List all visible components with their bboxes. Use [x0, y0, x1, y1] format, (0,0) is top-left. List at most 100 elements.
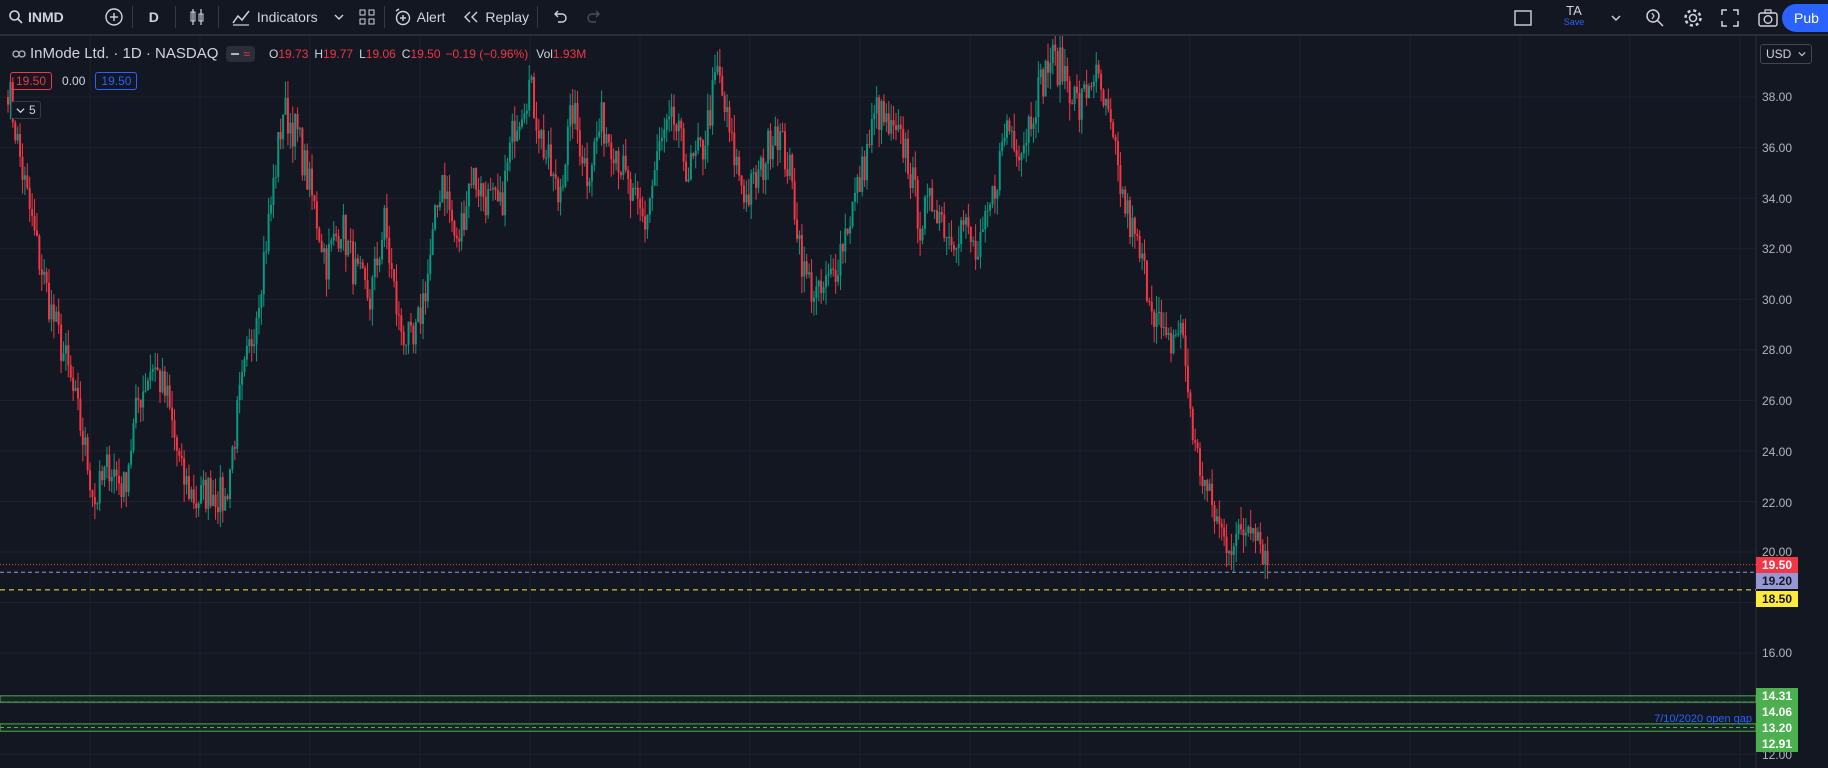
chevron-down-icon[interactable]: [334, 12, 344, 22]
candle-body: [489, 189, 492, 191]
candle-body: [298, 128, 301, 130]
candle-body: [463, 213, 466, 230]
candle-body: [1104, 99, 1107, 106]
layout-square-icon[interactable]: [1513, 8, 1533, 28]
candle-body: [656, 151, 659, 171]
publish-button[interactable]: Pub: [1782, 4, 1828, 32]
gear-icon[interactable]: [1682, 7, 1704, 29]
candle-body: [605, 134, 608, 144]
candle-body: [776, 126, 779, 151]
candle-body: [938, 211, 941, 224]
quick-search-icon[interactable]: [1644, 7, 1666, 29]
candle-body: [991, 185, 994, 205]
candle-body: [23, 175, 26, 180]
candle-body: [443, 174, 446, 199]
candle-body: [296, 114, 299, 130]
toolbar-divider: [537, 6, 538, 28]
buy-price-button[interactable]: 19.50: [95, 72, 138, 90]
candle-body: [76, 387, 79, 399]
layout-name: TA: [1566, 3, 1582, 18]
candle-body: [187, 476, 190, 499]
candle-body: [554, 174, 557, 179]
undo-icon[interactable]: [552, 10, 568, 24]
candle-body: [1165, 327, 1168, 335]
candle-body: [846, 228, 849, 234]
indicators-label: Indicators: [256, 9, 318, 25]
candle-body: [530, 76, 533, 81]
candle-body: [180, 455, 183, 459]
candle-body: [892, 120, 895, 126]
candle-body: [523, 113, 526, 120]
candle-body: [566, 126, 569, 165]
indicators-button[interactable]: Indicators: [227, 0, 322, 35]
candle-body: [479, 183, 482, 197]
candle-body: [902, 128, 905, 158]
replay-button[interactable]: Replay: [463, 0, 529, 35]
alert-label: Alert: [416, 9, 446, 25]
candle-body: [740, 175, 743, 186]
templates-grid-icon[interactable]: [358, 8, 376, 26]
indicators-toggle[interactable]: 5: [11, 101, 41, 119]
candle-body: [323, 248, 326, 253]
candle-body: [19, 134, 22, 157]
volume-key: Vol: [536, 46, 553, 61]
currency-selector[interactable]: USD: [1760, 44, 1812, 64]
redo-icon[interactable]: [586, 10, 602, 24]
candle-body: [354, 258, 357, 285]
candle-body: [1018, 156, 1021, 161]
indicators-count: 5: [29, 103, 36, 117]
axis-label: 36.00: [1761, 141, 1792, 155]
candle-body: [50, 304, 53, 320]
compare-add-icon[interactable]: [104, 7, 124, 27]
candle-body: [1090, 86, 1093, 88]
candle-body: [306, 150, 309, 190]
candle-body: [1184, 335, 1187, 366]
symbol-search[interactable]: INMD: [8, 0, 64, 35]
candle-body: [1030, 116, 1033, 130]
candle-body: [446, 191, 449, 199]
gap-annotation[interactable]: 7/10/2020 open gap: [1654, 713, 1752, 725]
candle-body: [325, 248, 328, 280]
toolbar-divider: [174, 6, 176, 28]
candle-body: [376, 258, 379, 266]
candle-body: [1109, 109, 1112, 123]
candle-body: [1264, 550, 1267, 565]
interval-button[interactable]: D: [141, 0, 167, 35]
axis-label: 34.00: [1761, 192, 1792, 206]
candle-body: [1063, 65, 1066, 82]
candle-body: [771, 145, 774, 160]
fullscreen-icon[interactable]: [1720, 8, 1740, 28]
candle-body: [361, 262, 364, 269]
symbol-title[interactable]: InMode Ltd. · 1D · NASDAQ: [30, 45, 218, 62]
price-chart[interactable]: [0, 36, 1828, 768]
layout-name-button[interactable]: TA Save: [1560, 3, 1588, 27]
candle-body: [733, 132, 736, 166]
candle-body: [40, 269, 43, 275]
candle-body: [962, 220, 965, 225]
chevron-down-icon[interactable]: [1611, 13, 1621, 23]
candle-body: [1199, 448, 1202, 476]
candle-body: [33, 215, 36, 231]
candle-body: [373, 258, 376, 278]
candle-body: [989, 204, 992, 211]
candle-body: [559, 186, 562, 203]
candle-body: [1008, 120, 1011, 132]
chart-pane[interactable]: InMode Ltd. · 1D · NASDAQ ≈ O 19.73 H 19…: [0, 36, 1828, 768]
sell-price-button[interactable]: 19.50: [10, 72, 53, 90]
candles-icon[interactable]: [184, 7, 210, 27]
candle-body: [84, 437, 87, 445]
candle-body: [1189, 392, 1192, 409]
candle-body: [477, 189, 480, 197]
candle-body: [1208, 483, 1211, 491]
candle-body: [952, 244, 955, 250]
candle-body: [1247, 526, 1250, 533]
alert-button[interactable]: Alert: [393, 0, 446, 35]
candle-body: [511, 120, 514, 143]
candle-body: [453, 220, 456, 236]
candle-body: [540, 129, 543, 139]
camera-icon[interactable]: [1757, 8, 1779, 28]
candle-body: [629, 179, 632, 201]
candle-body: [752, 172, 755, 174]
visibility-toggle[interactable]: ≈: [226, 45, 255, 62]
candle-body: [52, 304, 55, 322]
